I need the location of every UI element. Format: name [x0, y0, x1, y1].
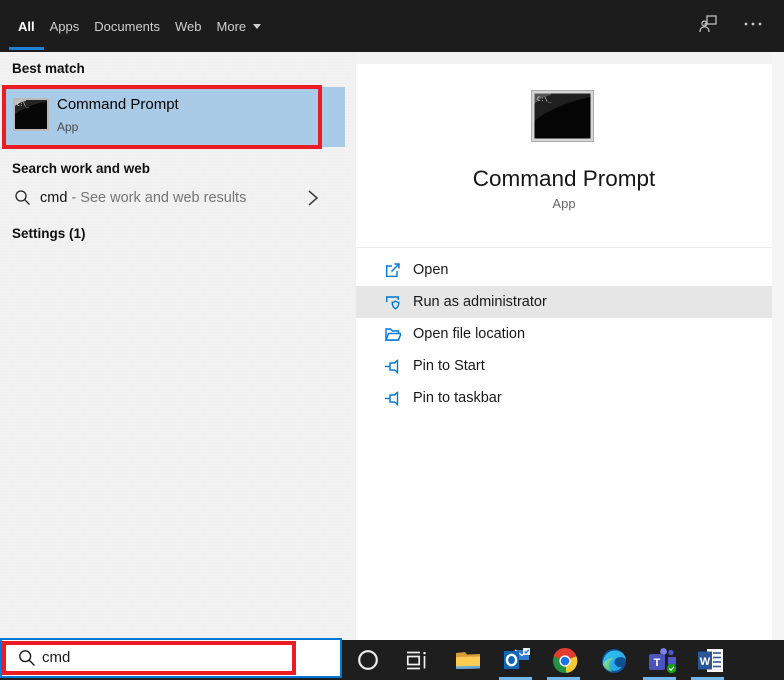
tab-web[interactable]: Web — [175, 0, 202, 52]
action-run-as-administrator[interactable]: Run as administrator — [356, 286, 772, 318]
annotation-box-best-match — [2, 85, 322, 149]
chevron-right-icon[interactable] — [306, 189, 319, 212]
task-view-icon[interactable] — [405, 649, 428, 677]
action-pin-to-start[interactable]: Pin to Start — [356, 350, 772, 382]
web-search-result[interactable]: cmd - See work and web results — [0, 185, 345, 213]
run-as-admin-icon — [384, 294, 401, 311]
action-open[interactable]: Open — [356, 254, 772, 286]
edge-icon[interactable] — [601, 648, 627, 679]
action-open-file-location[interactable]: Open file location — [356, 318, 772, 350]
file-explorer-icon[interactable] — [455, 648, 481, 677]
teams-icon[interactable]: T — [648, 647, 678, 679]
tab-all[interactable]: All — [9, 0, 44, 52]
right-gutter — [772, 52, 784, 640]
tab-apps[interactable]: Apps — [50, 0, 80, 52]
search-icon — [14, 189, 31, 211]
pin-icon — [384, 390, 401, 407]
svg-text:C:\_: C:\_ — [537, 96, 552, 103]
settings-header: Settings (1) — [12, 226, 86, 241]
ellipsis-icon[interactable] — [742, 13, 764, 40]
word-icon[interactable]: W — [698, 648, 726, 678]
command-prompt-icon-large: C:\_ — [531, 90, 594, 147]
open-icon — [384, 262, 401, 279]
preview-title: Command Prompt — [472, 166, 656, 191]
search-top-bar: All Apps Documents Web More — [0, 0, 784, 52]
preview-subtitle: App — [552, 196, 576, 211]
outlook-icon[interactable] — [503, 647, 531, 678]
divider — [356, 247, 772, 248]
feedback-icon[interactable] — [698, 13, 720, 40]
cortana-icon[interactable] — [357, 649, 379, 676]
file-location-icon — [384, 326, 403, 343]
chevron-down-icon — [253, 23, 262, 29]
best-match-header: Best match — [12, 61, 85, 76]
filter-tabs: All Apps Documents Web More — [9, 0, 262, 52]
svg-text:T: T — [654, 657, 661, 669]
tab-documents[interactable]: Documents — [94, 0, 160, 52]
pin-icon — [384, 358, 401, 375]
annotation-box-search — [2, 641, 296, 675]
action-pin-to-taskbar[interactable]: Pin to taskbar — [356, 382, 772, 414]
web-query: cmd — [40, 190, 68, 206]
svg-text:W: W — [700, 656, 711, 668]
chrome-icon[interactable] — [552, 647, 578, 679]
web-suffix: - See work and web results — [71, 190, 247, 206]
search-web-header: Search work and web — [12, 161, 151, 176]
tab-more[interactable]: More — [217, 0, 262, 52]
preview-panel: C:\_ Command Prompt App Open Run as admi… — [356, 64, 772, 640]
